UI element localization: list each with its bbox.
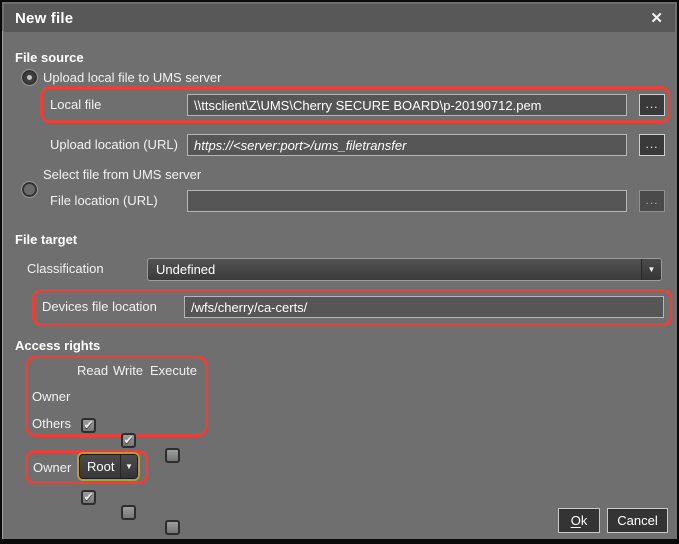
file-target-header: File target bbox=[15, 232, 78, 247]
classification-select[interactable]: Undefined ▼ bbox=[147, 258, 662, 281]
owner-select[interactable]: Root ▼ bbox=[79, 454, 138, 479]
owner-row-label: Owner bbox=[32, 389, 71, 404]
owner-write-checkbox[interactable] bbox=[121, 433, 136, 448]
owner-read-checkbox[interactable] bbox=[81, 418, 96, 433]
file-location-browse-button: ... bbox=[639, 190, 665, 212]
owner-execute-checkbox[interactable] bbox=[165, 448, 180, 463]
upload-location-label: Upload location (URL) bbox=[50, 137, 178, 152]
chevron-down-icon[interactable]: ▼ bbox=[641, 259, 661, 280]
upload-local-radio[interactable] bbox=[22, 70, 37, 85]
upload-location-input[interactable] bbox=[187, 134, 627, 156]
others-row-label: Others bbox=[32, 416, 72, 431]
cancel-button[interactable]: Cancel bbox=[607, 508, 668, 533]
local-file-input[interactable] bbox=[187, 94, 627, 116]
ok-button[interactable]: Ok bbox=[558, 508, 600, 533]
classification-value: Undefined bbox=[156, 262, 216, 277]
dialog-title: New file bbox=[15, 9, 74, 27]
local-file-browse-button[interactable]: ... bbox=[639, 94, 665, 116]
file-source-header: File source bbox=[15, 50, 84, 65]
devices-file-location-label: Devices file location bbox=[42, 299, 157, 314]
classification-label: Classification bbox=[27, 261, 104, 276]
select-from-ums-radio[interactable] bbox=[22, 182, 37, 197]
others-write-checkbox[interactable] bbox=[121, 505, 136, 520]
owner-select-value: Root bbox=[87, 459, 115, 474]
select-from-ums-radio-label[interactable]: Select file from UMS server bbox=[43, 167, 201, 182]
access-rights-header: Access rights bbox=[15, 338, 101, 353]
new-file-dialog: New file ✕ File source Upload local file… bbox=[0, 0, 679, 544]
local-file-label: Local file bbox=[50, 97, 102, 112]
upload-local-radio-label[interactable]: Upload local file to UMS server bbox=[43, 70, 221, 85]
owner-select-label: Owner bbox=[33, 460, 72, 475]
col-header-execute: Execute bbox=[150, 363, 197, 378]
col-header-write: Write bbox=[113, 363, 144, 378]
close-icon[interactable]: ✕ bbox=[650, 11, 663, 26]
chevron-down-icon[interactable]: ▼ bbox=[120, 455, 137, 478]
upload-location-browse-button[interactable]: ... bbox=[639, 134, 665, 156]
col-header-read: Read bbox=[77, 363, 109, 378]
others-execute-checkbox[interactable] bbox=[165, 520, 180, 535]
file-location-label: File location (URL) bbox=[50, 193, 158, 208]
devices-file-location-input[interactable] bbox=[184, 296, 664, 318]
file-location-input[interactable] bbox=[187, 190, 627, 212]
dialog-titlebar: New file ✕ bbox=[4, 4, 675, 32]
others-read-checkbox[interactable] bbox=[81, 490, 96, 505]
panel-bevel bbox=[2, 31, 3, 539]
